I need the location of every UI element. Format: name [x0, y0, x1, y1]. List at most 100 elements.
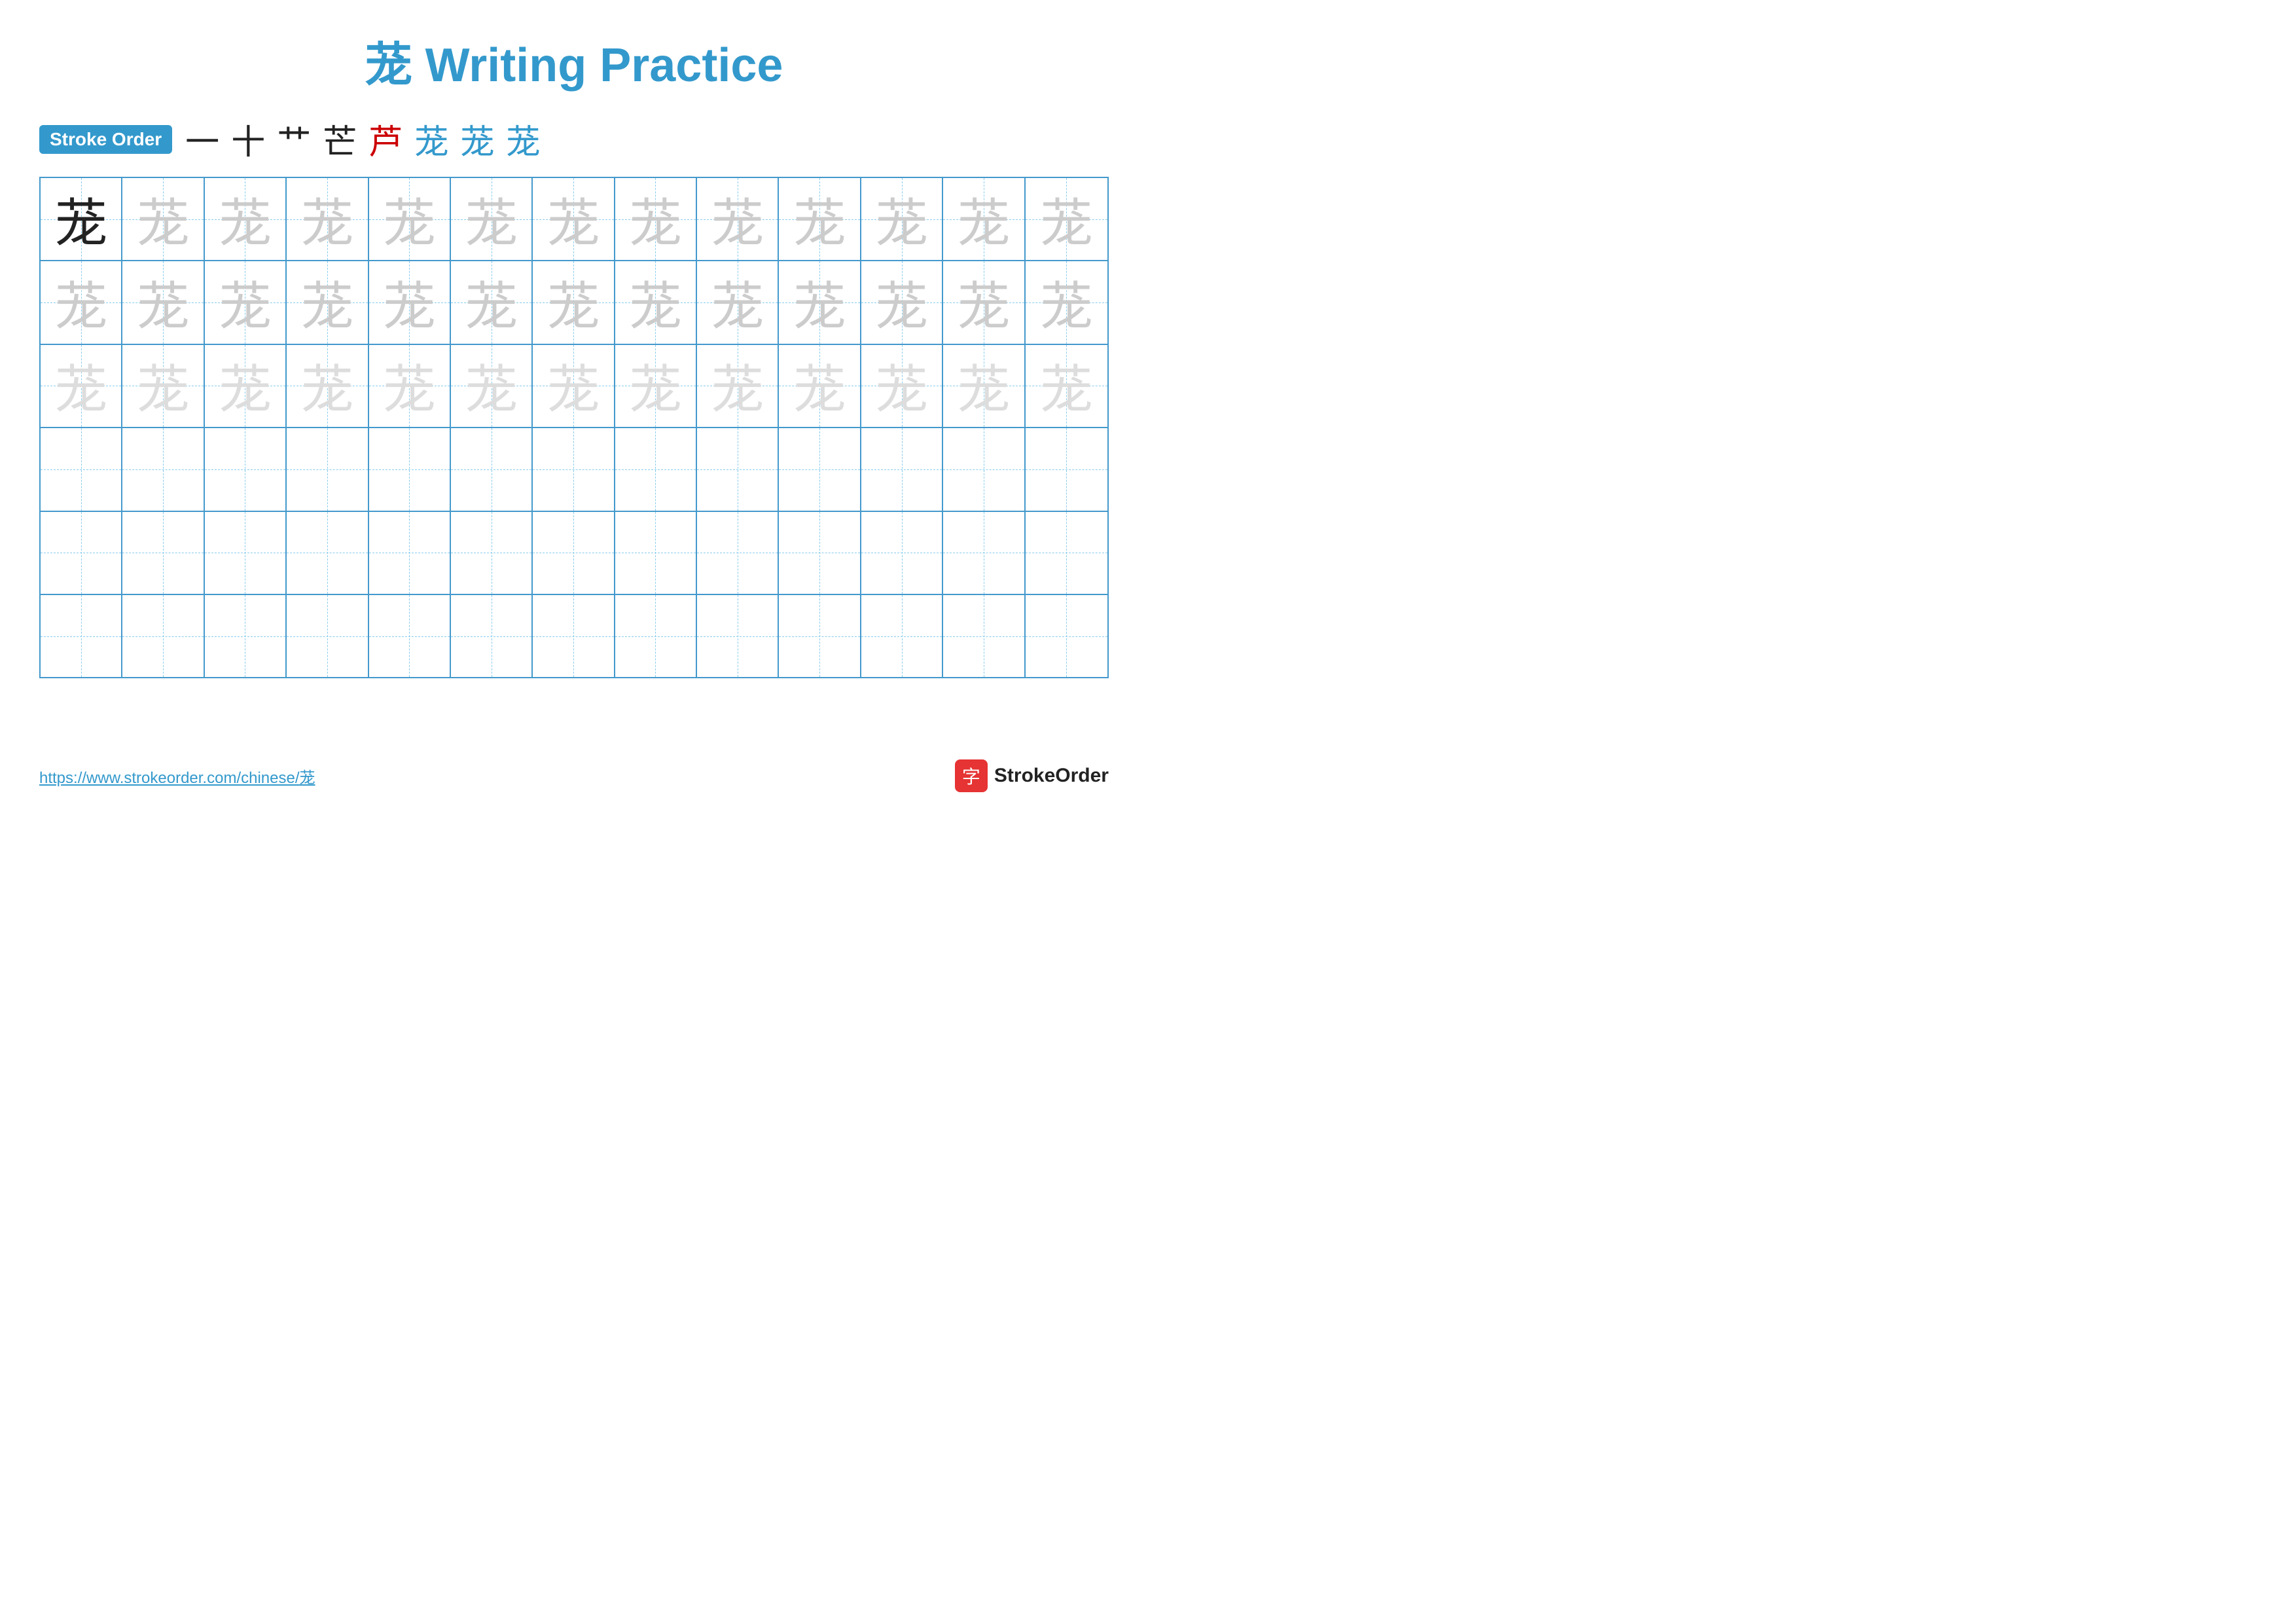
cell-2-4: 茏 [287, 261, 368, 343]
stroke-8: 茏 [506, 115, 540, 164]
footer-url[interactable]: https://www.strokeorder.com/chinese/茏 [39, 765, 315, 788]
cell-3-4: 茏 [287, 345, 368, 427]
cell-3-9: 茏 [697, 345, 779, 427]
cell-5-7[interactable] [533, 512, 615, 594]
cell-6-3[interactable] [205, 595, 287, 677]
page-title: 茏 Writing Practice [0, 0, 1148, 108]
cell-4-13[interactable] [1026, 428, 1107, 510]
cell-1-9: 茏 [697, 178, 779, 260]
cell-4-8[interactable] [615, 428, 697, 510]
cell-1-12: 茏 [943, 178, 1025, 260]
cell-5-1[interactable] [41, 512, 122, 594]
cell-3-5: 茏 [369, 345, 451, 427]
cell-6-12[interactable] [943, 595, 1025, 677]
cell-1-6: 茏 [451, 178, 533, 260]
cell-4-2[interactable] [122, 428, 204, 510]
cell-5-4[interactable] [287, 512, 368, 594]
cell-5-5[interactable] [369, 512, 451, 594]
cell-6-2[interactable] [122, 595, 204, 677]
cell-2-13: 茏 [1026, 261, 1107, 343]
cell-5-8[interactable] [615, 512, 697, 594]
stroke-order-badge: Stroke Order [39, 125, 172, 154]
cell-1-10: 茏 [779, 178, 861, 260]
cell-6-13[interactable] [1026, 595, 1107, 677]
cell-6-1[interactable] [41, 595, 122, 677]
cell-6-8[interactable] [615, 595, 697, 677]
cell-4-10[interactable] [779, 428, 861, 510]
cell-3-2: 茏 [122, 345, 204, 427]
cell-1-13: 茏 [1026, 178, 1107, 260]
stroke-order-section: Stroke Order 一 十 艹 芒 芦 茏 茏 茏 [0, 108, 1148, 177]
title-text: 茏 Writing Practice [365, 39, 783, 92]
cell-5-2[interactable] [122, 512, 204, 594]
logo-icon: 字 [955, 759, 988, 792]
cell-1-7: 茏 [533, 178, 615, 260]
cell-1-2: 茏 [122, 178, 204, 260]
cell-2-9: 茏 [697, 261, 779, 343]
footer-logo: 字 StrokeOrder [955, 759, 1109, 792]
cell-5-11[interactable] [861, 512, 943, 594]
cell-2-8: 茏 [615, 261, 697, 343]
stroke-2: 十 [231, 115, 265, 164]
cell-3-10: 茏 [779, 345, 861, 427]
grid-row-5 [41, 512, 1107, 595]
cell-4-5[interactable] [369, 428, 451, 510]
cell-3-1: 茏 [41, 345, 122, 427]
cell-2-1: 茏 [41, 261, 122, 343]
cell-3-3: 茏 [205, 345, 287, 427]
cell-5-3[interactable] [205, 512, 287, 594]
stroke-4: 芒 [323, 115, 357, 164]
cell-3-13: 茏 [1026, 345, 1107, 427]
cell-6-11[interactable] [861, 595, 943, 677]
grid-row-1: 茏 茏 茏 茏 茏 茏 茏 茏 茏 茏 茏 茏 茏 [41, 178, 1107, 261]
stroke-5: 芦 [368, 115, 403, 164]
cell-2-12: 茏 [943, 261, 1025, 343]
cell-6-6[interactable] [451, 595, 533, 677]
cell-4-4[interactable] [287, 428, 368, 510]
cell-5-12[interactable] [943, 512, 1025, 594]
cell-2-7: 茏 [533, 261, 615, 343]
cell-1-8: 茏 [615, 178, 697, 260]
footer: https://www.strokeorder.com/chinese/茏 字 … [0, 759, 1148, 792]
cell-2-3: 茏 [205, 261, 287, 343]
grid-row-4 [41, 428, 1107, 511]
cell-3-6: 茏 [451, 345, 533, 427]
cell-1-4: 茏 [287, 178, 368, 260]
cell-6-4[interactable] [287, 595, 368, 677]
practice-grid: 茏 茏 茏 茏 茏 茏 茏 茏 茏 茏 茏 茏 茏 茏 茏 茏 茏 茏 茏 茏 … [39, 177, 1109, 678]
logo-text: StrokeOrder [994, 765, 1109, 787]
stroke-1: 一 [185, 115, 219, 164]
cell-3-7: 茏 [533, 345, 615, 427]
cell-2-6: 茏 [451, 261, 533, 343]
cell-5-13[interactable] [1026, 512, 1107, 594]
cell-4-6[interactable] [451, 428, 533, 510]
cell-6-7[interactable] [533, 595, 615, 677]
cell-2-11: 茏 [861, 261, 943, 343]
cell-2-2: 茏 [122, 261, 204, 343]
cell-6-10[interactable] [779, 595, 861, 677]
cell-4-11[interactable] [861, 428, 943, 510]
cell-6-9[interactable] [697, 595, 779, 677]
cell-3-11: 茏 [861, 345, 943, 427]
cell-3-12: 茏 [943, 345, 1025, 427]
cell-2-10: 茏 [779, 261, 861, 343]
cell-3-8: 茏 [615, 345, 697, 427]
cell-2-5: 茏 [369, 261, 451, 343]
cell-4-1[interactable] [41, 428, 122, 510]
stroke-7: 茏 [460, 115, 494, 164]
cell-4-9[interactable] [697, 428, 779, 510]
stroke-sequence: 一 十 艹 芒 芦 茏 茏 茏 [185, 115, 540, 164]
cell-4-12[interactable] [943, 428, 1025, 510]
cell-6-5[interactable] [369, 595, 451, 677]
cell-5-10[interactable] [779, 512, 861, 594]
cell-1-5: 茏 [369, 178, 451, 260]
grid-row-6 [41, 595, 1107, 677]
cell-1-11: 茏 [861, 178, 943, 260]
stroke-3: 艹 [277, 115, 311, 164]
stroke-6: 茏 [414, 115, 448, 164]
cell-5-9[interactable] [697, 512, 779, 594]
cell-1-3: 茏 [205, 178, 287, 260]
cell-5-6[interactable] [451, 512, 533, 594]
cell-4-7[interactable] [533, 428, 615, 510]
cell-4-3[interactable] [205, 428, 287, 510]
